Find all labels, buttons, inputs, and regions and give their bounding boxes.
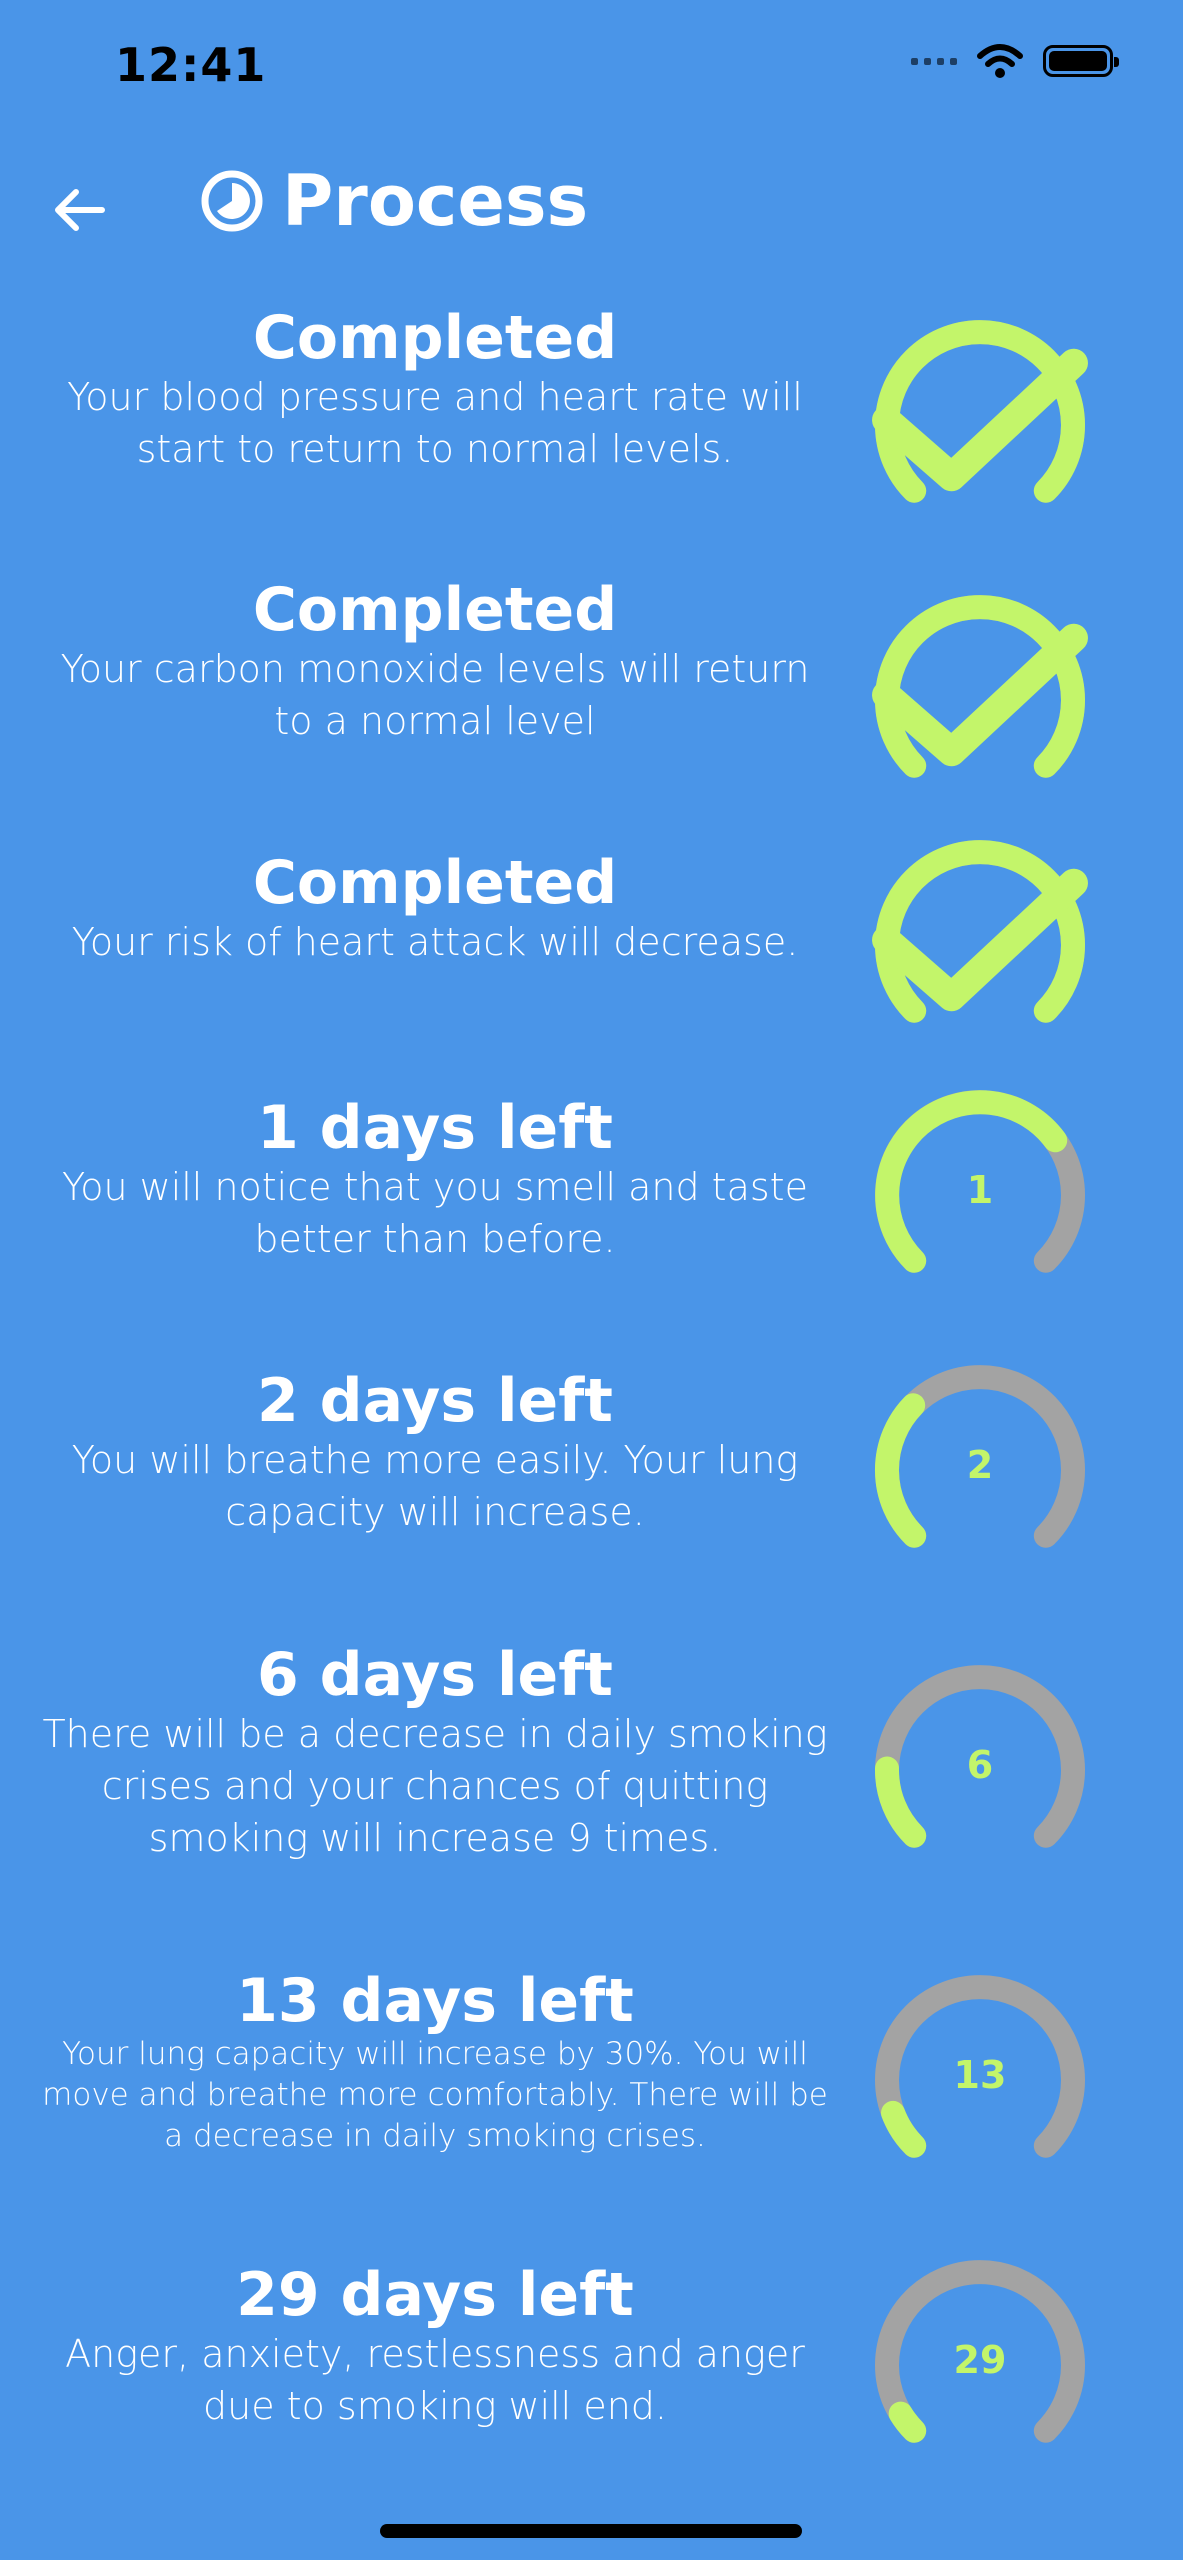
milestone-title: 6 days left (257, 1640, 613, 1710)
milestone-description: Your carbon monoxide levels will return … (60, 647, 810, 743)
milestone-title: 29 days left (236, 2260, 634, 2330)
milestone-text: 29 days left Anger, anxiety, restlessness… (40, 2262, 830, 2432)
status-icons (911, 44, 1119, 78)
milestone-description: Your blood pressure and heart rate will … (67, 375, 803, 471)
status-time: 12:41 (115, 38, 267, 92)
milestone-description: There will be a decrease in daily smokin… (42, 1712, 828, 1860)
milestone-title: 2 days left (257, 1366, 613, 1436)
milestone-text: Completed Your blood pressure and heart r… (40, 305, 830, 475)
check-icon (870, 315, 1090, 515)
check-icon (870, 590, 1090, 790)
milestone-text: Completed Your risk of heart attack will … (40, 850, 830, 968)
milestone-text: Completed Your carbon monoxide levels wil… (40, 577, 830, 747)
milestone-text: 1 days left You will notice that you smel… (40, 1095, 830, 1265)
arrow-left-icon (55, 189, 105, 231)
battery-icon (1043, 45, 1119, 77)
milestone-text: 6 days left There will be a decrease in d… (40, 1642, 830, 1864)
progress-gauge (870, 590, 1090, 790)
timer-icon (201, 170, 263, 232)
milestone-text: 2 days left You will breathe more easily.… (40, 1368, 830, 1538)
check-icon (870, 835, 1090, 1035)
milestone-description: Your lung capacity will increase by 30%.… (42, 2036, 828, 2154)
progress-gauge: 29 (870, 2255, 1090, 2455)
progress-gauge (870, 835, 1090, 1035)
progress-gauge: 2 (870, 1360, 1090, 1560)
days-remaining: 13 (953, 2053, 1007, 2097)
progress-gauge: 6 (870, 1660, 1090, 1860)
days-remaining: 2 (966, 1443, 994, 1487)
home-indicator[interactable] (380, 2524, 802, 2538)
milestone-title: 1 days left (257, 1093, 613, 1163)
back-button[interactable] (40, 170, 120, 250)
page-title: Process (282, 160, 589, 242)
milestone-title: 13 days left (236, 1966, 634, 2036)
milestone-title: Completed (252, 575, 618, 645)
signal-icon (911, 57, 957, 65)
progress-gauge (870, 315, 1090, 515)
milestone-title: Completed (252, 848, 618, 918)
page-header: Process (200, 160, 588, 242)
days-remaining: 29 (953, 2338, 1007, 2382)
wifi-icon (977, 44, 1023, 78)
days-remaining: 1 (966, 1168, 994, 1212)
milestone-description: You will notice that you smell and taste… (62, 1165, 808, 1261)
milestone-description: Anger, anxiety, restlessness and anger d… (65, 2332, 805, 2428)
progress-gauge: 1 (870, 1085, 1090, 1285)
milestone-text: 13 days left Your lung capacity will incr… (40, 1968, 830, 2157)
days-remaining: 6 (966, 1743, 994, 1787)
milestone-description: You will breathe more easily. Your lung … (71, 1438, 799, 1534)
milestone-title: Completed (252, 303, 618, 373)
milestone-description: Your risk of heart attack will decrease. (71, 920, 799, 964)
progress-gauge: 13 (870, 1970, 1090, 2170)
